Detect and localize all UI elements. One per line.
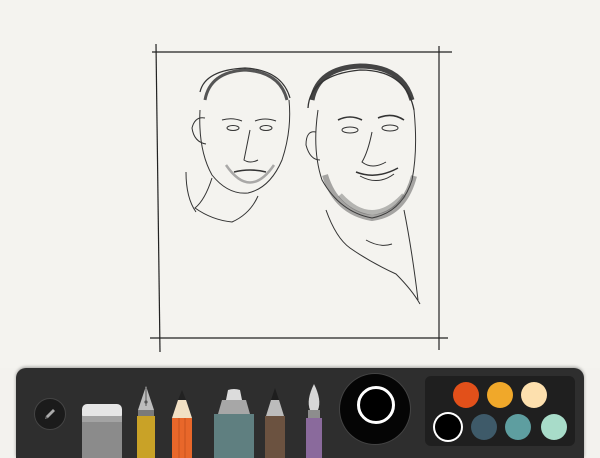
- swatch-teal[interactable]: [505, 414, 531, 440]
- brush-icon: [306, 384, 322, 458]
- swatch-black[interactable]: [435, 414, 461, 440]
- swatch-orange[interactable]: [453, 382, 479, 408]
- swatch-slate[interactable]: [471, 414, 497, 440]
- current-color-indicator: [357, 386, 395, 424]
- swatch-yellow[interactable]: [487, 382, 513, 408]
- pencil-icon: [172, 390, 192, 458]
- pen-icon: [45, 409, 55, 419]
- marker-icon: [214, 389, 254, 458]
- swatch-cream[interactable]: [521, 382, 547, 408]
- color-wheel-button[interactable]: [340, 374, 410, 444]
- marker-tool[interactable]: [210, 388, 258, 458]
- fountain-pen-tool[interactable]: [134, 384, 158, 458]
- outline-tool[interactable]: [262, 386, 288, 458]
- brush-tool[interactable]: [302, 382, 326, 458]
- sketch-drawing: [150, 43, 452, 353]
- mix-tool-button[interactable]: [34, 398, 66, 430]
- tool-tray: [16, 368, 584, 458]
- drawing-canvas[interactable]: [0, 0, 600, 368]
- right-portrait: [305, 63, 421, 305]
- fountain-pen-icon: [137, 386, 155, 458]
- color-palette: [425, 376, 575, 446]
- pencil-tool[interactable]: [170, 388, 194, 458]
- outline-pen-icon: [265, 388, 285, 458]
- left-portrait: [185, 67, 291, 223]
- swatch-mint[interactable]: [541, 414, 567, 440]
